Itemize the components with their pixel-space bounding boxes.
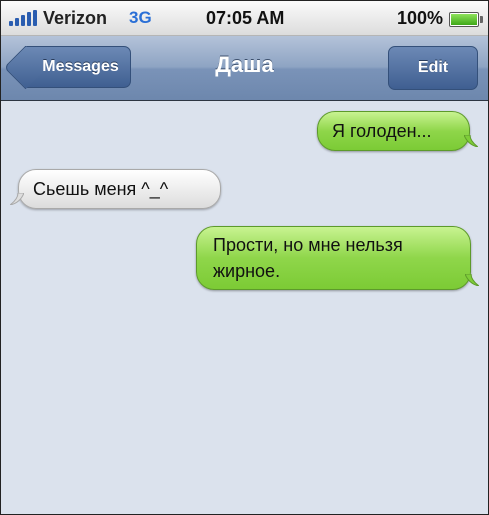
bubble-tail-icon bbox=[464, 135, 478, 147]
message-thread[interactable]: Я голоден... Сьешь меня ^_^ Прости, но м… bbox=[1, 101, 488, 514]
carrier-name: Verizon bbox=[43, 8, 108, 28]
battery-icon bbox=[449, 12, 483, 27]
network-type: 3G bbox=[129, 8, 152, 27]
incoming-message[interactable]: Сьешь меня ^_^ bbox=[10, 169, 221, 209]
status-bar: Verizon 3G 07:05 AM 100% bbox=[1, 1, 488, 36]
message-text: Прости, но мне нельзя жирное. bbox=[213, 235, 403, 281]
bubble-tail-icon bbox=[10, 193, 24, 205]
navigation-bar: Messages Даша Edit bbox=[1, 36, 488, 101]
outgoing-message[interactable]: Я голоден... bbox=[317, 111, 478, 151]
edit-button[interactable]: Edit bbox=[388, 46, 478, 90]
back-button-label: Messages bbox=[42, 58, 119, 75]
clock: 07:05 AM bbox=[206, 8, 285, 28]
bubble-tail-icon bbox=[465, 274, 479, 286]
messages-screen: Verizon 3G 07:05 AM 100% Messages Даша E… bbox=[0, 0, 489, 515]
outgoing-message[interactable]: Прости, но мне нельзя жирное. bbox=[196, 226, 479, 290]
message-text: Сьешь меня ^_^ bbox=[33, 179, 169, 199]
signal-bars-icon bbox=[9, 10, 39, 26]
battery-percent: 100% bbox=[397, 8, 444, 28]
message-text: Я голоден... bbox=[332, 121, 432, 141]
